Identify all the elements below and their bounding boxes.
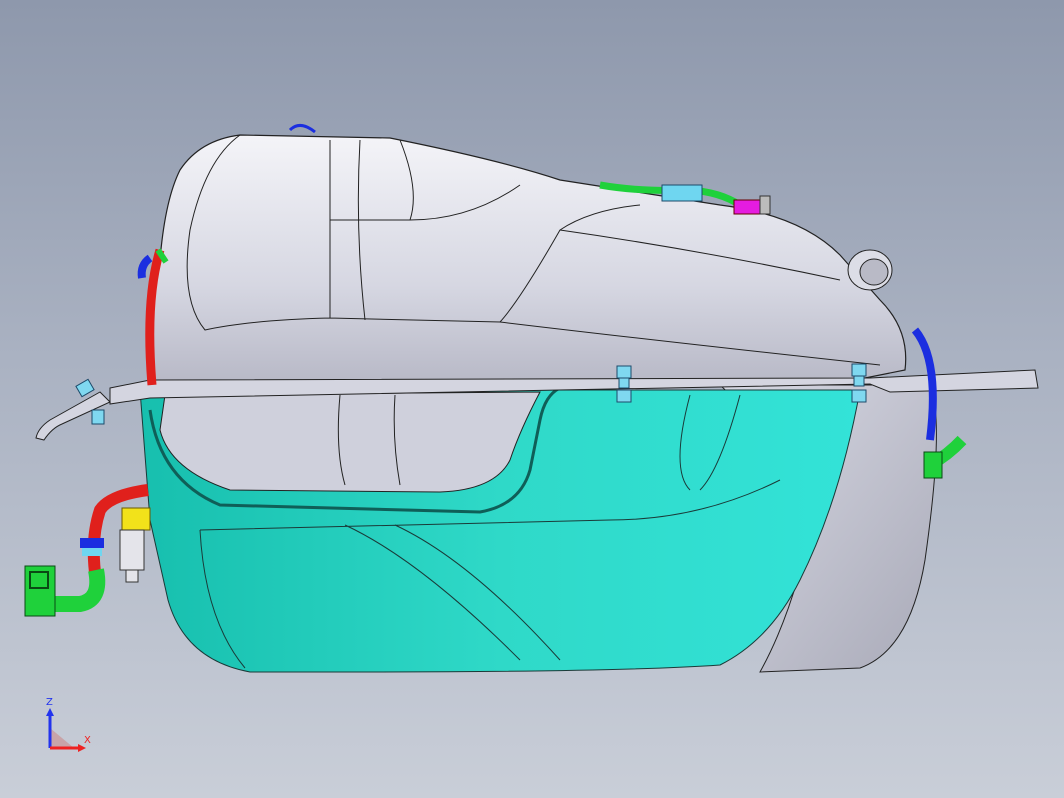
top-fitting-grey: [759, 195, 771, 215]
top-fitting-cyan: [661, 184, 703, 202]
upper-shell: [148, 134, 907, 386]
left-connector-cyan: [82, 548, 102, 556]
left-connector-blue: [80, 538, 104, 548]
fuel-tank-model[interactable]: [0, 0, 1064, 798]
left-fitting-grey: [119, 529, 145, 571]
left-fitting-yellow: [121, 507, 151, 531]
right-connector-green: [923, 451, 943, 479]
graphics-viewport[interactable]: Z X: [0, 0, 1064, 798]
left-hose-blue: [137, 254, 153, 279]
top-clip: [288, 124, 316, 134]
triad-x-label: X: [84, 735, 91, 746]
coordinate-triad: Z X: [36, 694, 106, 764]
upper-shell-pocket: [159, 391, 541, 493]
left-elbow-green: [50, 568, 106, 612]
triad-z-label: Z: [46, 697, 53, 708]
